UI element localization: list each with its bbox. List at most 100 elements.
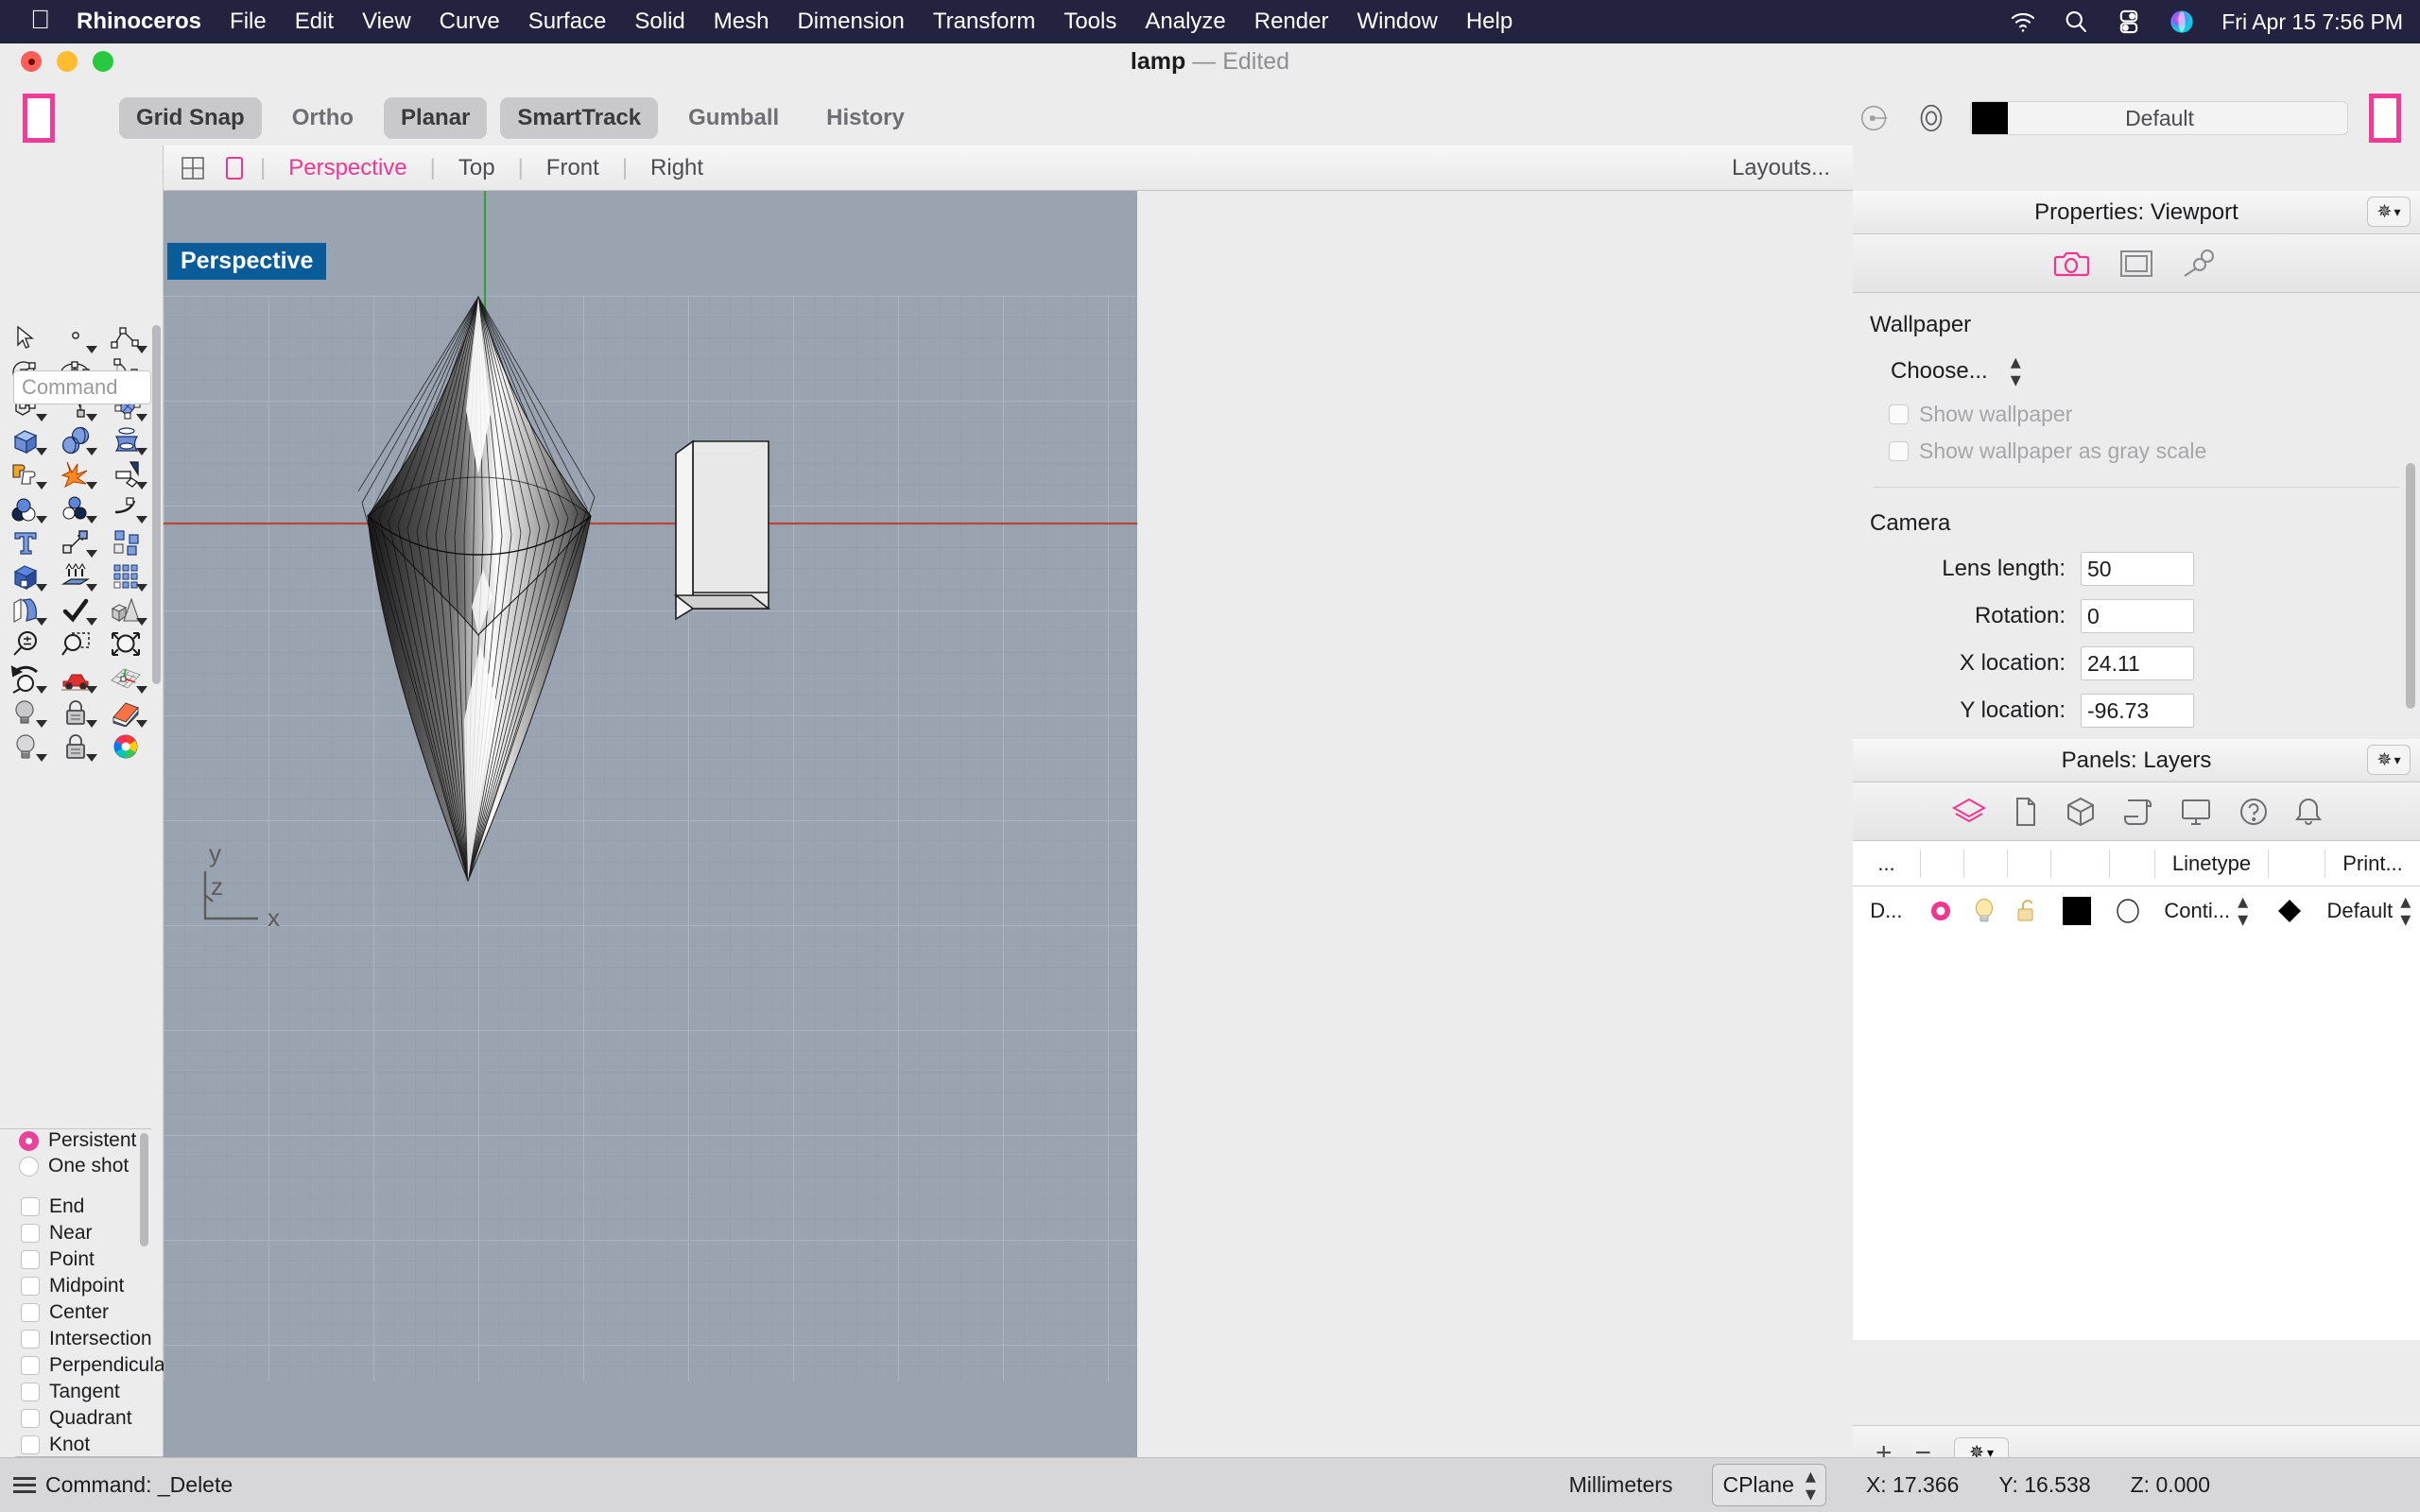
checkbox-center-icon[interactable] <box>21 1303 40 1322</box>
osnap-perpendicular[interactable]: Perpendicular <box>21 1354 172 1377</box>
osnap-scrollbar[interactable] <box>140 1133 148 1246</box>
layers-col-visible[interactable] <box>1964 849 2008 878</box>
unlocked-icon[interactable] <box>2005 886 2048 936</box>
checkbox-near-icon[interactable] <box>21 1224 40 1243</box>
tool-zoom-extents[interactable] <box>100 627 150 662</box>
osnap-end[interactable]: End <box>21 1195 151 1218</box>
menu-item-dimension[interactable]: Dimension <box>797 9 904 35</box>
right-panel-toggle-icon[interactable] <box>2369 94 2401 143</box>
layer-target-icon[interactable] <box>1913 100 1949 136</box>
single-view-icon[interactable] <box>222 154 247 182</box>
menu-item-render[interactable]: Render <box>1254 9 1329 35</box>
toggle-history[interactable]: History <box>809 97 922 139</box>
tool-boolean[interactable] <box>0 457 50 491</box>
tool-render-display[interactable] <box>100 696 150 730</box>
checkbox-midpoint-icon[interactable] <box>21 1277 40 1296</box>
osnap-midpoint[interactable]: Midpoint <box>21 1275 151 1297</box>
apple-logo-icon[interactable]:  <box>30 7 50 33</box>
layer-color-swatch[interactable] <box>2048 886 2106 936</box>
osnap-mode-one-shot[interactable]: One shot <box>19 1155 151 1177</box>
osnap-quadrant[interactable]: Quadrant <box>21 1407 151 1430</box>
menu-item-surface[interactable]: Surface <box>528 9 607 35</box>
layers-col-material[interactable] <box>2110 849 2155 878</box>
lightbulb-icon[interactable] <box>1962 886 2005 936</box>
layer-print-width-select[interactable]: Default ▴ ▾ <box>2318 886 2420 936</box>
menu-item-edit[interactable]: Edit <box>295 9 334 35</box>
siri-icon[interactable] <box>2169 9 2195 35</box>
tool-explode[interactable] <box>50 457 100 491</box>
set-current-layer-icon[interactable] <box>1857 100 1893 136</box>
layer-name[interactable]: D... <box>1853 886 1920 936</box>
layer-linetype-select[interactable]: Conti... ▴ ▾ <box>2151 886 2262 936</box>
print-color-icon[interactable] <box>2262 886 2318 936</box>
checkbox-knot-icon[interactable] <box>21 1435 40 1454</box>
camera-icon[interactable] <box>2051 247 2093 281</box>
toggle-planar[interactable]: Planar <box>384 97 488 139</box>
display-icon[interactable] <box>2179 796 2213 828</box>
toggle-smarttrack[interactable]: SmartTrack <box>500 97 659 139</box>
tool-boolean-difference[interactable] <box>0 559 50 593</box>
wallpaper-choose-row[interactable]: Choose... ▴ ▾ <box>1891 351 2420 389</box>
tool-zoom-window[interactable] <box>50 627 100 662</box>
properties-scrollbar[interactable] <box>2406 463 2415 709</box>
layer-color-swatch[interactable] <box>1972 102 2008 134</box>
menu-item-solid[interactable]: Solid <box>634 9 684 35</box>
tool-extrude[interactable] <box>50 559 100 593</box>
tab-perspective[interactable]: Perspective <box>279 155 416 181</box>
chain-links-icon[interactable] <box>2180 247 2221 281</box>
tool-fillet[interactable] <box>100 491 150 525</box>
show-wallpaper-gray-row[interactable]: Show wallpaper as gray scale <box>1889 438 2420 464</box>
tool-revolve[interactable] <box>100 423 150 457</box>
table-row[interactable]: D... Conti... ▴ ▾ Default ▴ ▾ <box>1853 886 2420 936</box>
tool-light[interactable] <box>0 696 50 730</box>
menu-item-mesh[interactable]: Mesh <box>714 9 769 35</box>
menu-item-view[interactable]: View <box>362 9 411 35</box>
toggle-gumball[interactable]: Gumball <box>671 97 796 139</box>
command-input[interactable]: Command <box>13 370 151 404</box>
checkbox-point-icon[interactable] <box>21 1250 40 1269</box>
zoom-button[interactable] <box>93 51 113 72</box>
perspective-viewport[interactable]: y z x Perspective <box>164 191 1137 1480</box>
show-wallpaper-row[interactable]: Show wallpaper <box>1889 402 2420 427</box>
current-layer-selector[interactable]: Default <box>1970 101 2348 135</box>
bell-icon[interactable] <box>2294 796 2323 828</box>
tool-cplane[interactable] <box>100 662 150 696</box>
tool-zoom-previous[interactable] <box>0 662 50 696</box>
tool-shapes[interactable] <box>100 593 150 627</box>
properties-gear-button[interactable]: ✵ ▾ <box>2367 197 2411 227</box>
checkbox-tangent-icon[interactable] <box>21 1383 40 1401</box>
material-sphere-icon[interactable] <box>2106 886 2151 936</box>
tool-sphere[interactable] <box>50 423 100 457</box>
tool-color-wheel[interactable] <box>100 730 150 764</box>
menu-item-help[interactable]: Help <box>1466 9 1512 35</box>
osnap-near[interactable]: Near <box>21 1222 151 1245</box>
osnap-center[interactable]: Center <box>21 1301 151 1324</box>
wifi-icon[interactable] <box>2010 9 2036 35</box>
tab-right[interactable]: Right <box>641 155 713 181</box>
layouts-button[interactable]: Layouts... <box>1719 155 1843 181</box>
tool-check[interactable] <box>50 593 100 627</box>
x-location-input[interactable]: 24.11 <box>2081 646 2194 681</box>
layers-col-locked[interactable] <box>2008 849 2051 878</box>
control-center-icon[interactable] <box>2116 9 2142 35</box>
layers-col-name[interactable]: ... <box>1853 849 1921 878</box>
cube-icon[interactable] <box>2064 796 2098 828</box>
cplane-selector[interactable]: CPlane ▴ ▾ <box>1712 1463 1826 1507</box>
close-button[interactable] <box>21 51 42 72</box>
help-icon[interactable] <box>2238 796 2270 828</box>
tool-polyline[interactable] <box>100 321 150 355</box>
viewport-icon[interactable] <box>2118 247 2155 281</box>
printwidth-stepper-icon[interactable]: ▴ ▾ <box>2400 891 2411 930</box>
layers-col-current[interactable] <box>1921 849 1964 878</box>
layers-col-printwidth[interactable]: Print... <box>2325 850 2420 878</box>
hamburger-icon[interactable] <box>13 1477 36 1493</box>
cplane-stepper-icon[interactable]: ▴ ▾ <box>1806 1465 1816 1503</box>
tool-text[interactable] <box>0 525 50 559</box>
tool-pan[interactable] <box>50 662 100 696</box>
checkbox-intersection-icon[interactable] <box>21 1330 40 1349</box>
tab-top[interactable]: Top <box>449 155 505 181</box>
menu-item-transform[interactable]: Transform <box>933 9 1035 35</box>
checkbox-perpendicular-icon[interactable] <box>21 1356 40 1375</box>
tool-box[interactable] <box>0 423 50 457</box>
linetype-stepper-icon[interactable]: ▴ ▾ <box>2238 891 2248 930</box>
